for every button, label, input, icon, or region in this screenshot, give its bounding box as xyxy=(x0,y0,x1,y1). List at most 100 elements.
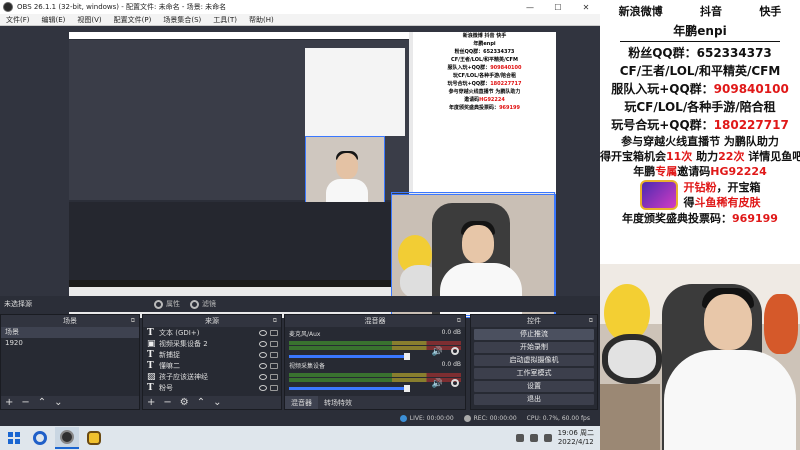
event-line-2: 得开宝箱机会11次 助力22次 详情见鱼吧 xyxy=(600,149,800,164)
start-recording-button[interactable]: 开始录制 xyxy=(474,342,594,353)
status-bar: LIVE: 00:00:00 REC: 00:00:00 CPU: 0.7%, … xyxy=(0,410,600,426)
live-dot-icon xyxy=(399,414,407,422)
scenes-dock: 场景 ⧉ 场景 1920 + − ⌃ ⌄ xyxy=(0,314,140,410)
settings-icon[interactable]: ⚙ xyxy=(180,397,189,408)
dock-pin-icon[interactable]: ⧉ xyxy=(273,315,277,327)
eye-icon[interactable] xyxy=(259,351,267,358)
rec-time: REC: 00:00:00 xyxy=(473,414,517,422)
shelf xyxy=(600,384,660,450)
speaker-icon[interactable]: 🔊 xyxy=(432,379,443,389)
slider-handle[interactable] xyxy=(404,385,410,392)
streamer-shirt xyxy=(664,350,796,450)
channel-name: 视频采集设备 xyxy=(289,363,326,370)
menu-view[interactable]: 视图(V) xyxy=(71,15,107,25)
mini-event1: 参与穿越火线直播节 为鹏队助力 xyxy=(448,89,521,95)
stop-streaming-button[interactable]: 停止推流 xyxy=(474,329,594,340)
mini-social-kuaishou: 快手 xyxy=(496,33,507,39)
virtual-camera-button[interactable]: 启动虚拟摄像机 xyxy=(474,355,594,366)
badge-d: 斗鱼稀有皮肤 xyxy=(694,196,761,209)
eye-icon[interactable] xyxy=(259,373,267,380)
add-icon[interactable]: + xyxy=(147,397,155,408)
rec-status: REC: 00:00:00 xyxy=(463,414,517,422)
properties-button[interactable]: 属性 xyxy=(154,299,180,309)
join-line: 服队入玩+QQ群：909840100 xyxy=(600,80,800,98)
add-icon[interactable]: + xyxy=(5,397,13,408)
eye-icon[interactable] xyxy=(259,384,267,391)
preview-area[interactable]: 新浪微博 抖音 快手 年鹏enpi 粉丝QQ群：652334373 CF/王者/… xyxy=(0,26,600,318)
mixer-title: 混音器 ⧉ xyxy=(285,315,465,327)
mini-play-qq-value: 180227717 xyxy=(490,81,522,87)
gear-icon[interactable] xyxy=(451,379,459,387)
taskbar-app-cat[interactable] xyxy=(82,427,106,449)
lock-icon[interactable] xyxy=(270,329,278,336)
windows-start-icon[interactable] xyxy=(8,432,20,444)
mini-play-qq: 玩号合玩+QQ群：180227717 xyxy=(413,80,556,88)
volume-slider[interactable] xyxy=(289,385,410,392)
move-up-icon[interactable]: ⌃ xyxy=(197,397,205,408)
speaker-icon[interactable]: 🔊 xyxy=(432,347,443,357)
nested-title-bar xyxy=(69,32,409,39)
scene-item[interactable]: 场景 xyxy=(1,327,139,338)
tray-icon[interactable] xyxy=(515,434,524,442)
lock-icon[interactable] xyxy=(270,351,278,358)
lock-icon[interactable] xyxy=(270,384,278,391)
scenes-title-text: 场景 xyxy=(63,317,77,325)
close-button[interactable]: ✕ xyxy=(572,3,600,12)
lock-icon[interactable] xyxy=(270,373,278,380)
lock-icon[interactable] xyxy=(270,340,278,347)
fan-qq-line: 粉丝QQ群：652334373 xyxy=(600,44,800,62)
move-up-icon[interactable]: ⌃ xyxy=(38,397,46,408)
lock-icon[interactable] xyxy=(270,362,278,369)
minimize-button[interactable]: — xyxy=(516,3,544,12)
scene-item[interactable]: 1920 xyxy=(1,338,139,349)
filter-icon xyxy=(190,299,199,309)
volume-slider[interactable] xyxy=(289,353,410,360)
maximize-button[interactable]: ☐ xyxy=(544,3,572,12)
clock[interactable]: 19:06 周二 2022/4/12 xyxy=(558,429,594,447)
settings-button[interactable]: 设置 xyxy=(474,381,594,392)
filters-button[interactable]: 滤镜 xyxy=(190,299,216,309)
menu-scene-collection[interactable]: 场景集合(S) xyxy=(157,15,207,25)
remove-icon[interactable]: − xyxy=(163,397,171,408)
dock-pin-icon[interactable]: ⧉ xyxy=(131,315,135,327)
eye-icon[interactable] xyxy=(259,329,267,336)
menu-help[interactable]: 帮助(H) xyxy=(243,15,280,25)
source-item[interactable]: ▨ 孩子应该送神经 xyxy=(143,371,281,382)
move-down-icon[interactable]: ⌄ xyxy=(213,397,221,408)
dock-pin-icon[interactable]: ⧉ xyxy=(589,315,593,327)
gear-icon[interactable] xyxy=(451,347,459,355)
menu-edit[interactable]: 编辑(E) xyxy=(36,15,72,25)
preview-promo-panel: 新浪微博 抖音 快手 年鹏enpi 粉丝QQ群：652334373 CF/王者/… xyxy=(413,32,556,192)
text-icon: T xyxy=(147,382,154,393)
live-time: LIVE: 00:00:00 xyxy=(409,414,454,422)
taskbar-app-obs[interactable] xyxy=(55,427,79,449)
volume-icon[interactable] xyxy=(543,434,552,442)
source-item[interactable]: ▣ 视频采集设备 2 xyxy=(143,338,281,349)
mini-nickname: 年鹏enpi xyxy=(473,41,496,47)
studio-mode-button[interactable]: 工作室模式 xyxy=(474,368,594,379)
mixer-tabs: 混音器 转场特效 xyxy=(285,396,465,409)
network-icon[interactable] xyxy=(529,434,538,442)
eye-icon[interactable] xyxy=(259,340,267,347)
channel-db: 0.0 dB xyxy=(441,329,461,336)
tab-mixer[interactable]: 混音器 xyxy=(285,396,318,409)
windows-taskbar: 19:06 周二 2022/4/12 xyxy=(0,426,600,450)
move-down-icon[interactable]: ⌄ xyxy=(54,397,62,408)
mini-invite-code: HG92224 xyxy=(479,97,505,103)
source-item[interactable]: T 懂嘛二 xyxy=(143,360,281,371)
taskbar-app-q[interactable] xyxy=(28,427,52,449)
menu-tools[interactable]: 工具(T) xyxy=(207,15,243,25)
image-icon: ▨ xyxy=(147,371,156,382)
tab-transitions[interactable]: 转场特效 xyxy=(318,396,358,409)
source-item[interactable]: T 文本 (GDI+) xyxy=(143,327,281,338)
source-item[interactable]: T 新捕捉 xyxy=(143,349,281,360)
controls-title: 控件 ⧉ xyxy=(471,315,597,327)
source-item[interactable]: T 粉号 xyxy=(143,382,281,393)
menu-profile[interactable]: 配置文件(P) xyxy=(108,15,158,25)
dock-pin-icon[interactable]: ⧉ xyxy=(457,315,461,327)
menu-file[interactable]: 文件(F) xyxy=(0,15,36,25)
eye-icon[interactable] xyxy=(259,362,267,369)
remove-icon[interactable]: − xyxy=(21,397,29,408)
text-icon: T xyxy=(147,349,154,360)
exit-button[interactable]: 退出 xyxy=(474,394,594,405)
